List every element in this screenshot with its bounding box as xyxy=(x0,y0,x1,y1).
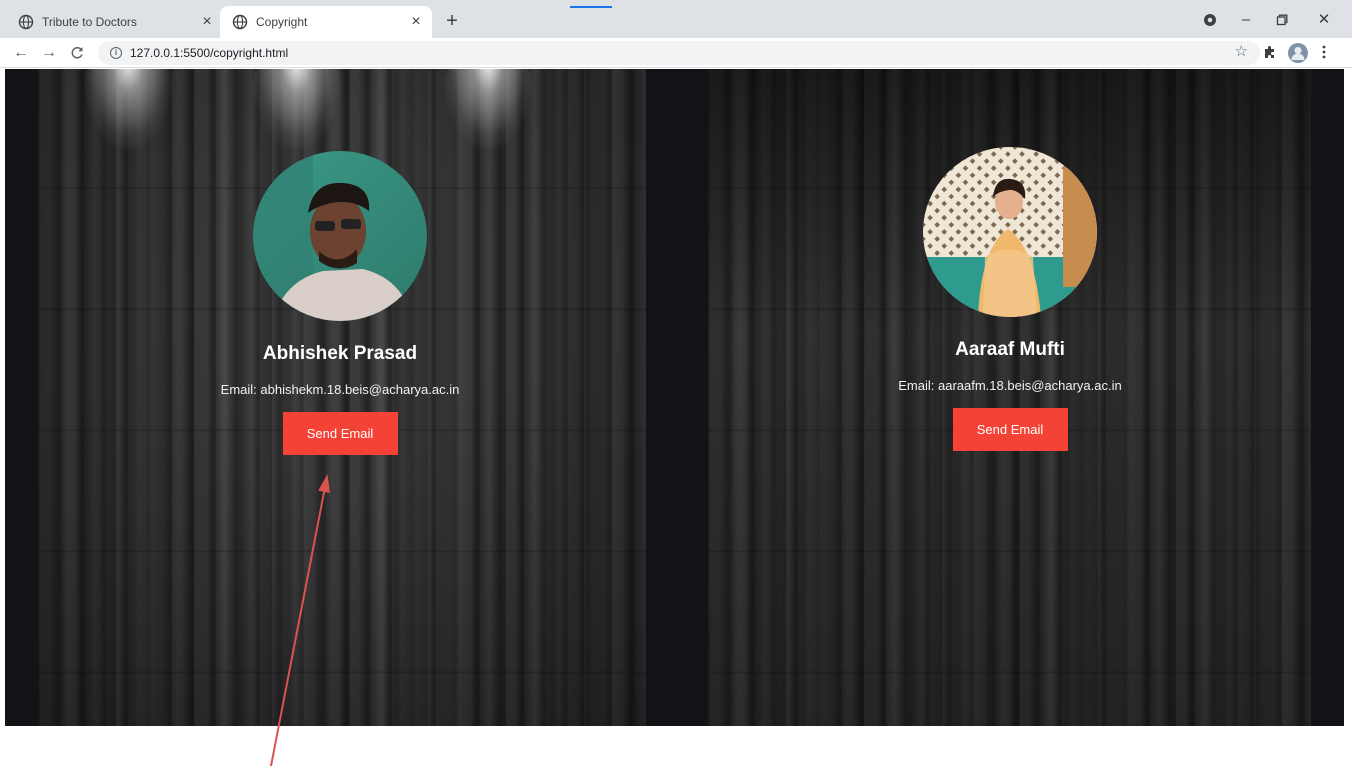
loading-indicator xyxy=(570,6,612,8)
url-text: 127.0.0.1:5500/copyright.html xyxy=(130,46,289,60)
browser-window: Tribute to Doctors × Copyright × + – ✕ ←… xyxy=(0,0,1352,766)
close-icon[interactable]: × xyxy=(197,13,217,31)
profile-name: Abhishek Prasad xyxy=(262,343,418,364)
tab-copyright[interactable]: Copyright × xyxy=(220,6,432,38)
profile-email: Email: aaraafm.18.beis@acharya.ac.in xyxy=(898,378,1122,393)
reload-icon[interactable] xyxy=(66,42,88,64)
address-bar[interactable]: i 127.0.0.1:5500/copyright.html ☆ xyxy=(98,41,1260,65)
puzzle-icon[interactable] xyxy=(1262,44,1280,62)
avatar xyxy=(923,147,1097,317)
back-arrow-icon[interactable]: ← xyxy=(10,42,32,64)
globe-icon xyxy=(18,14,34,30)
minimize-icon[interactable]: – xyxy=(1232,8,1260,32)
send-email-button[interactable]: Send Email xyxy=(952,408,1068,451)
profile-card: Abhishek Prasad Email: abhishekm.18.beis… xyxy=(190,151,490,455)
avatar-icon[interactable] xyxy=(1287,42,1309,64)
tab-tribute-to-doctors[interactable]: Tribute to Doctors × xyxy=(18,6,223,38)
kebab-menu-icon[interactable] xyxy=(1321,44,1339,62)
close-icon[interactable]: × xyxy=(406,13,426,31)
info-icon[interactable]: i xyxy=(110,47,122,59)
tab-title: Tribute to Doctors xyxy=(42,15,137,29)
page-viewport: Abhishek Prasad Email: abhishekm.18.beis… xyxy=(5,69,1344,726)
browser-toolbar: ← → i 127.0.0.1:5500/copyright.html ☆ xyxy=(0,38,1352,68)
forward-arrow-icon[interactable]: → xyxy=(38,42,60,64)
close-window-icon[interactable]: ✕ xyxy=(1310,8,1338,32)
restore-icon[interactable] xyxy=(1268,8,1296,32)
record-icon[interactable] xyxy=(1196,8,1224,32)
send-email-button[interactable]: Send Email xyxy=(282,412,398,455)
globe-icon xyxy=(232,14,248,30)
profile-email: Email: abhishekm.18.beis@acharya.ac.in xyxy=(220,382,460,397)
profile-name: Aaraaf Mufti xyxy=(955,339,1065,360)
profile-card: Aaraaf Mufti Email: aaraafm.18.beis@acha… xyxy=(860,147,1160,451)
star-icon[interactable]: ☆ xyxy=(1235,42,1248,60)
plus-icon[interactable]: + xyxy=(440,9,464,33)
tab-title: Copyright xyxy=(256,15,308,29)
avatar xyxy=(253,151,427,321)
tab-strip: Tribute to Doctors × Copyright × + – ✕ xyxy=(0,0,1352,38)
